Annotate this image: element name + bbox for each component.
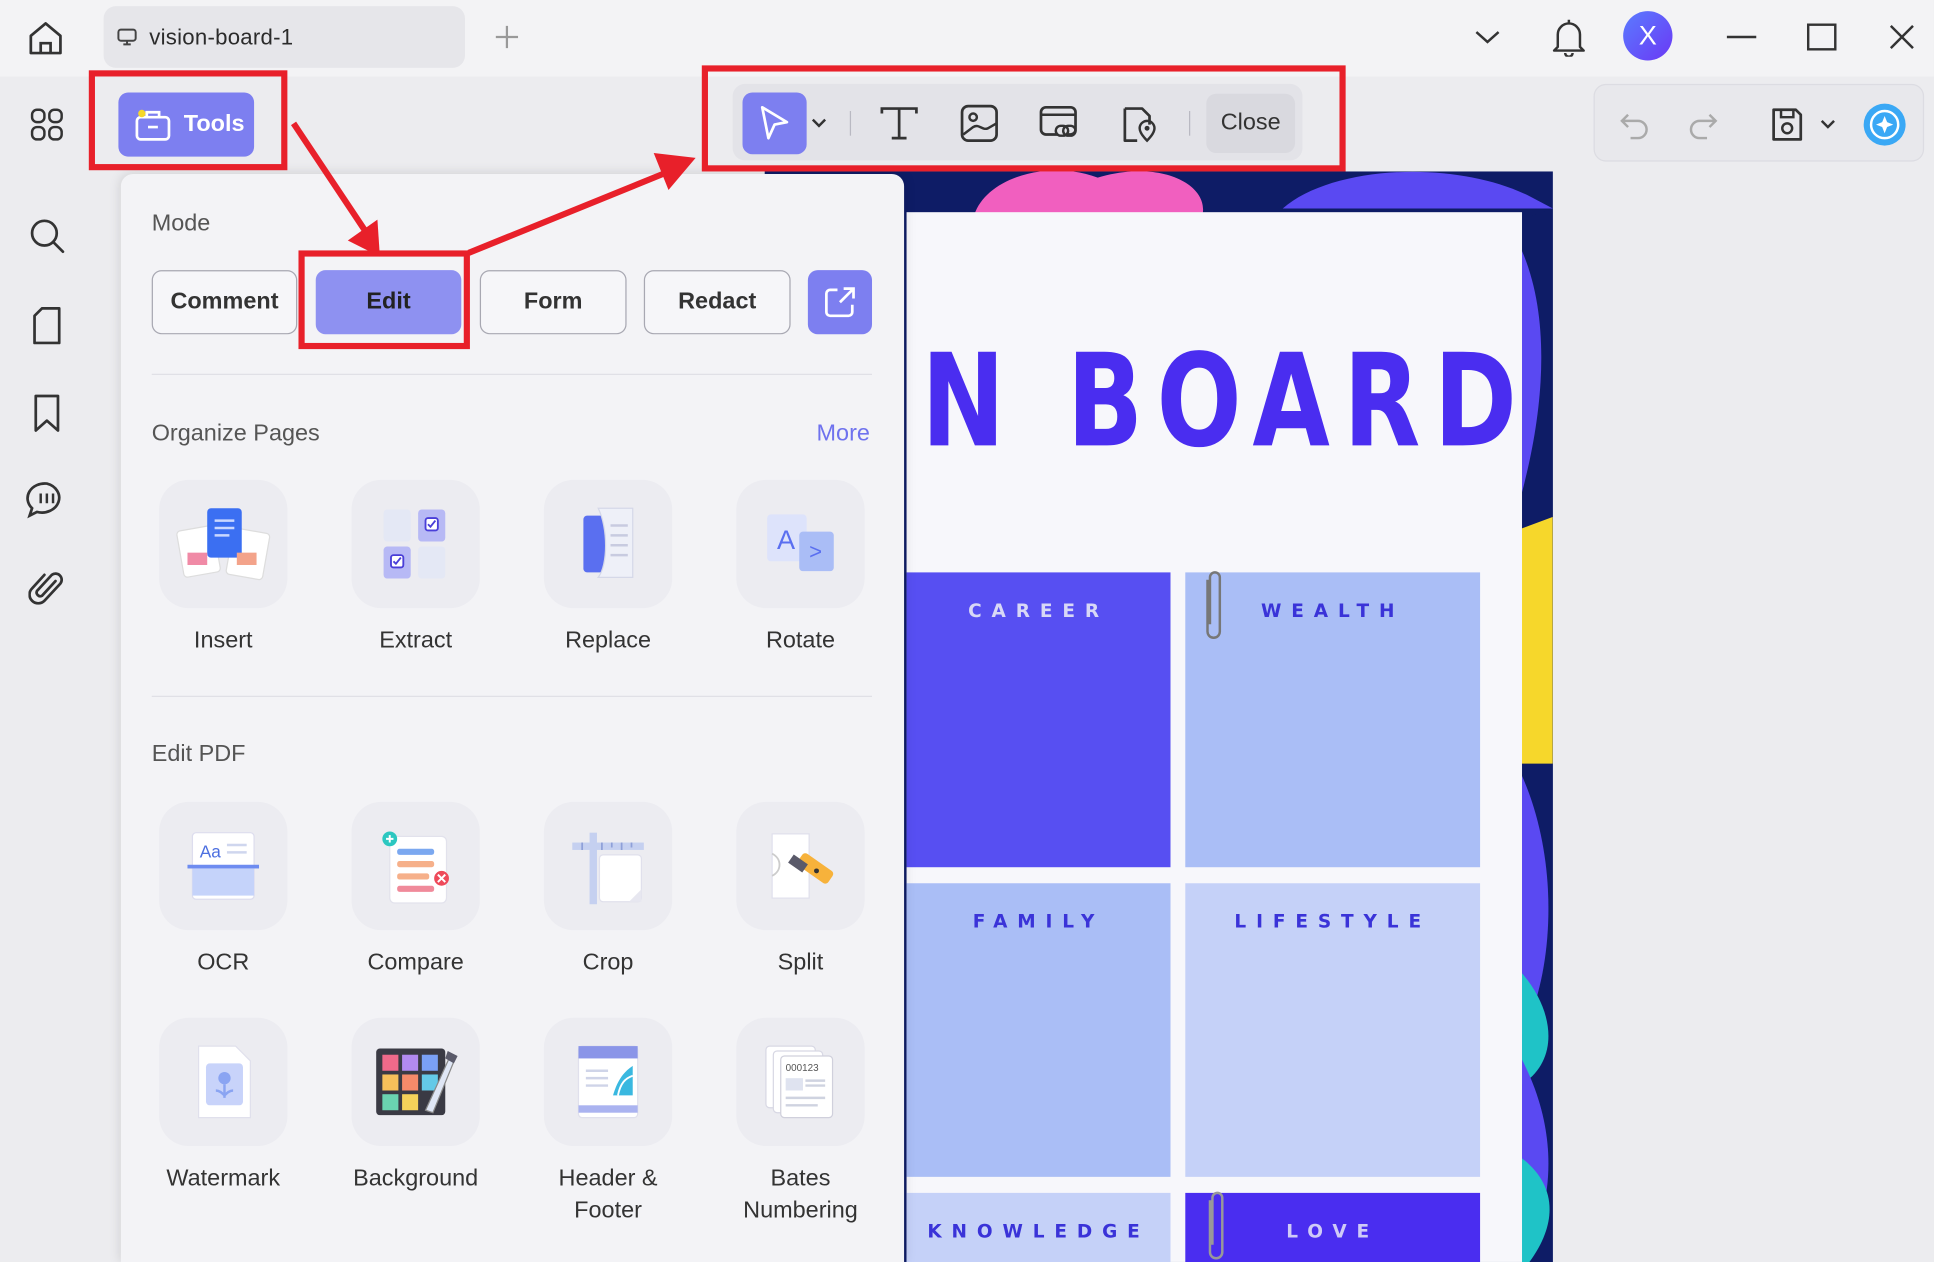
app-window: vision-board-1 X N BOARD CAREER WEALTH F…: [0, 0, 1934, 1262]
annotation-arrows: [290, 121, 696, 257]
